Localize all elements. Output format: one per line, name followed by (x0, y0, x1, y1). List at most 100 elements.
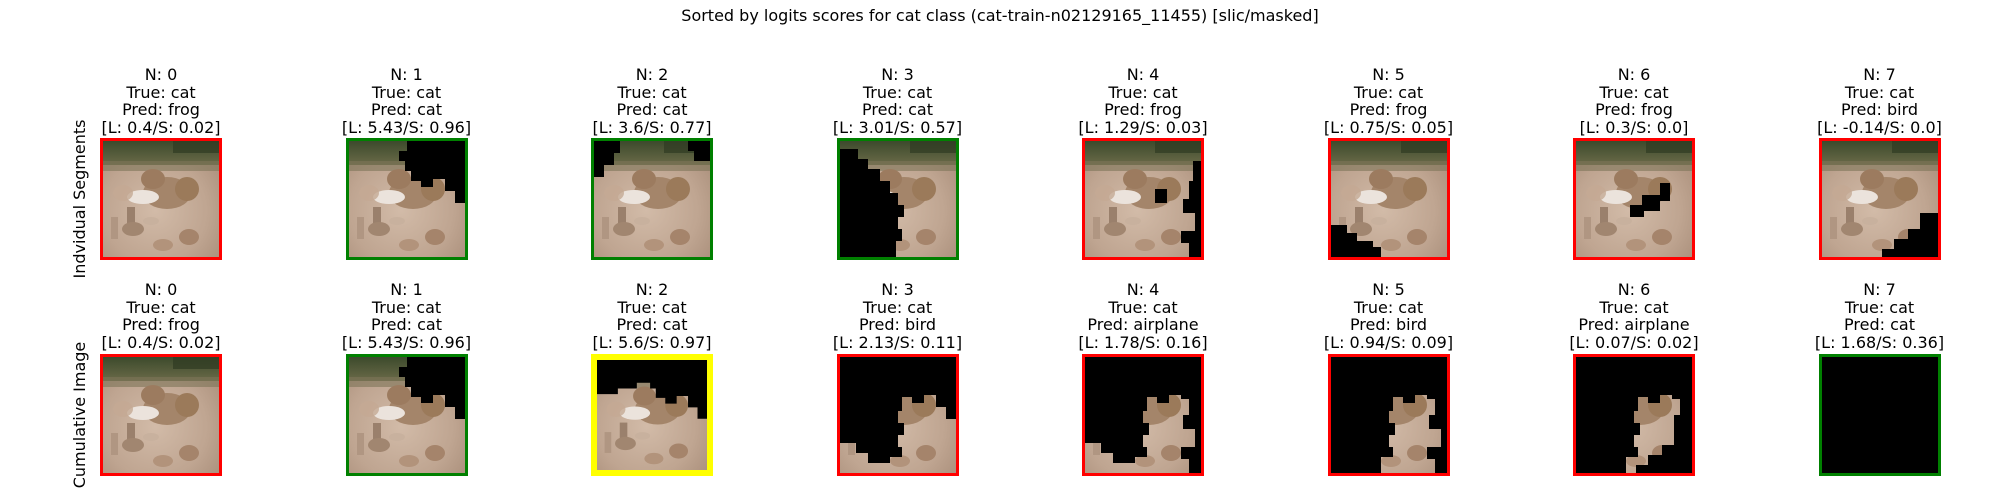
panel-pred-label: Pred: cat (371, 100, 442, 119)
black-mask-region (1576, 357, 1692, 473)
panel-true-label: True: cat (1844, 297, 1915, 317)
masked-image (1821, 357, 1938, 473)
panel-title: N: 1 True: cat Pred: cat [L: 5.43/S: 0.96] (287, 281, 527, 351)
segment-thumbnail (836, 354, 959, 476)
panel-pred-label: Pred: cat (616, 315, 688, 334)
masked-image (1821, 141, 1938, 257)
panel-score: [L: 0.4/S: 0.02] (101, 117, 221, 137)
panel-score: [L: 1.78/S: 0.16] (1078, 332, 1208, 352)
panel-true-label: True: cat (862, 82, 933, 102)
panel-index: N: 3 (881, 65, 914, 84)
segment-thumbnail (100, 138, 222, 260)
row-label: Indvidual Segments (70, 119, 89, 279)
masked-image (103, 141, 219, 257)
panel-index: N: 5 (1372, 280, 1405, 299)
panel-title: N: 0 True: cat Pred: frog [L: 0.4/S: 0.02] (41, 281, 281, 351)
panel-index: N: 4 (1126, 65, 1160, 84)
cat-photo (103, 141, 219, 257)
panel-index: N: 3 (881, 280, 914, 299)
panel-score: [L: 0.94/S: 0.09] (1323, 332, 1454, 352)
panel-index: N: 6 (1617, 280, 1651, 299)
panel-true-label: True: cat (1844, 82, 1915, 102)
panel-pred-label: Pred: bird (1840, 100, 1919, 119)
panel-title: N: 6 True: cat Pred: frog [L: 0.3/S: 0.0] (1514, 66, 1754, 136)
panel-pred-label: Pred: frog (122, 100, 200, 119)
segment-thumbnail (1082, 354, 1204, 476)
panel-index: N: 5 (1372, 65, 1405, 84)
panel-title: N: 2 True: cat Pred: cat [L: 5.6/S: 0.97] (532, 281, 772, 351)
masked-image (348, 141, 465, 257)
panel-index: N: 7 (1863, 65, 1896, 84)
masked-image (1330, 141, 1447, 257)
panel-score: [L: 3.01/S: 0.57] (832, 117, 963, 137)
panel-title: N: 1 True: cat Pred: cat [L: 5.43/S: 0.96] (287, 66, 527, 136)
panel-score: [L: 3.6/S: 0.77] (592, 117, 712, 137)
figure-title: Sorted by logits scores for cat class (c… (681, 6, 1319, 25)
panel-score: [L: 1.68/S: 0.36] (1814, 332, 1945, 352)
panel-score: [L: -0.14/S: 0.0] (1817, 117, 1942, 137)
panel-pred-label: Pred: frog (1349, 100, 1428, 119)
panel-score: [L: 5.43/S: 0.96] (341, 332, 472, 352)
panel-true-label: True: cat (1599, 82, 1669, 102)
panel-title: N: 4 True: cat Pred: airplane [L: 1.78/S: 0… (1023, 281, 1263, 351)
panel-true-label: True: cat (1353, 82, 1424, 102)
masked-image (103, 357, 219, 473)
segment-thumbnail (345, 354, 468, 476)
panel-true-label: True: cat (617, 297, 687, 317)
cat-photo (103, 357, 219, 473)
panel-title: N: 5 True: cat Pred: bird [L: 0.94/S: 0.09] (1269, 281, 1509, 351)
panel-pred-label: Pred: bird (1349, 315, 1428, 334)
panel-score: [L: 0.75/S: 0.05] (1323, 117, 1454, 137)
panel-true-label: True: cat (371, 297, 442, 317)
segment-thumbnail (1327, 138, 1450, 260)
row-label: Cumulative Image (70, 341, 89, 489)
panel-title: N: 5 True: cat Pred: frog [L: 0.75/S: 0.05] (1269, 66, 1509, 136)
panel-title: N: 3 True: cat Pred: cat [L: 3.01/S: 0.57] (778, 66, 1018, 136)
cat-photo (1576, 141, 1692, 257)
masked-image (597, 360, 707, 470)
panel-index: N: 0 (144, 280, 178, 299)
panel-pred-label: Pred: airplane (1578, 315, 1690, 334)
panel-true-label: True: cat (617, 82, 687, 102)
panel-true-label: True: cat (1108, 297, 1178, 317)
segment-thumbnail (1573, 354, 1695, 476)
masked-image (839, 141, 956, 257)
panel-score: [L: 1.29/S: 0.03] (1078, 117, 1208, 137)
segment-thumbnail (1818, 138, 1941, 260)
panel-index: N: 4 (1126, 280, 1160, 299)
panel-pred-label: Pred: frog (122, 315, 200, 334)
panel-pred-label: Pred: cat (1844, 315, 1915, 334)
black-mask-region (1821, 357, 1938, 473)
panel-true-label: True: cat (1108, 82, 1178, 102)
segment-thumbnail (836, 138, 959, 260)
panel-pred-label: Pred: cat (862, 100, 933, 119)
masked-image (594, 141, 710, 257)
panel-index: N: 2 (635, 65, 669, 84)
panel-index: N: 6 (1617, 65, 1651, 84)
panel-score: [L: 0.3/S: 0.0] (1579, 117, 1689, 137)
panel-true-label: True: cat (1353, 297, 1424, 317)
segment-thumbnail (591, 138, 713, 260)
panel-score: [L: 0.07/S: 0.02] (1569, 332, 1699, 352)
masked-image (1576, 141, 1692, 257)
panel-pred-label: Pred: cat (616, 100, 688, 119)
panel-pred-label: Pred: bird (858, 315, 937, 334)
segment-thumbnail (1573, 138, 1695, 260)
segment-thumbnail (591, 354, 713, 476)
masked-image (348, 357, 465, 473)
masked-image (1330, 357, 1447, 473)
segment-thumbnail (100, 354, 222, 476)
panel-title: N: 3 True: cat Pred: bird [L: 2.13/S: 0.11] (778, 281, 1018, 351)
panel-true-label: True: cat (126, 82, 196, 102)
panel-score: [L: 0.4/S: 0.02] (101, 332, 221, 352)
panel-true-label: True: cat (126, 297, 196, 317)
masked-image (839, 357, 956, 473)
panel-index: N: 2 (635, 280, 669, 299)
panel-score: [L: 5.43/S: 0.96] (341, 117, 472, 137)
panel-title: N: 0 True: cat Pred: frog [L: 0.4/S: 0.02] (41, 66, 281, 136)
panel-true-label: True: cat (371, 82, 442, 102)
panel-true-label: True: cat (862, 297, 933, 317)
black-mask-region (1330, 357, 1447, 473)
panel-title: N: 6 True: cat Pred: airplane [L: 0.07/S: 0… (1514, 281, 1754, 351)
panel-pred-label: Pred: frog (1595, 100, 1673, 119)
